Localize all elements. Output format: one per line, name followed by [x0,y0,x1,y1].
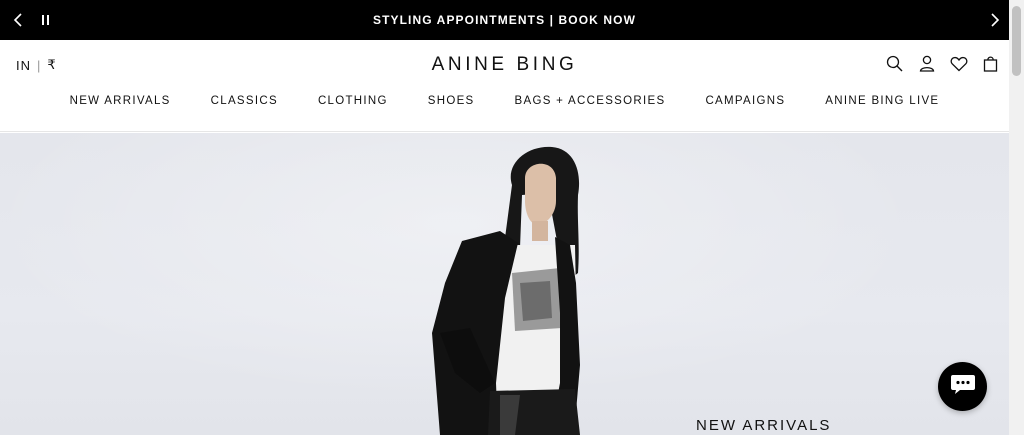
cart-icon[interactable] [981,54,1000,73]
account-icon[interactable] [917,54,936,73]
announcement-bar: STYLING APPOINTMENTS | BOOK NOW [0,0,1009,40]
brand-logo[interactable]: ANINE BING [0,54,1009,76]
search-icon[interactable] [885,54,904,73]
hero-title[interactable]: NEW ARRIVALS [696,417,831,434]
page-scrollbar[interactable] [1009,0,1024,435]
announcement-message[interactable]: STYLING APPOINTMENTS | BOOK NOW [0,0,1009,40]
chevron-right-icon[interactable] [985,10,1005,30]
nav-item-shoes[interactable]: SHOES [408,95,495,107]
nav-item-anine-bing-live[interactable]: ANINE BING LIVE [805,95,959,107]
nav-item-bags-accessories[interactable]: BAGS + ACCESSORIES [495,95,686,107]
nav-item-new-arrivals[interactable]: NEW ARRIVALS [50,95,191,107]
hero-banner[interactable]: NEW ARRIVALS [0,133,1009,435]
chat-button[interactable] [938,362,987,411]
scrollbar-thumb[interactable] [1012,6,1021,76]
nav-item-campaigns[interactable]: CAMPAIGNS [685,95,805,107]
nav-item-classics[interactable]: CLASSICS [191,95,298,107]
chat-bubble-icon [950,373,976,400]
wishlist-icon[interactable] [949,54,968,73]
site-header: IN | ₹ ANINE BING NEW ARRIVALS CLASSICS … [0,40,1009,132]
hero-model-photo [432,146,580,435]
header-icons [885,54,1000,73]
main-navigation: NEW ARRIVALS CLASSICS CLOTHING SHOES BAG… [0,95,1009,107]
nav-item-clothing[interactable]: CLOTHING [298,95,408,107]
